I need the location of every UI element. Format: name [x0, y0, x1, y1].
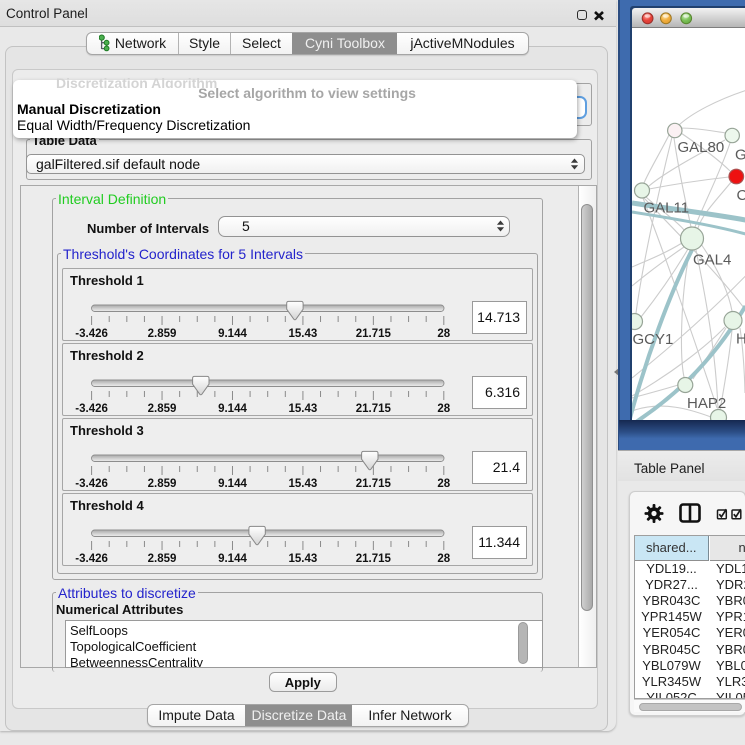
- svg-text:28: 28: [437, 478, 450, 490]
- svg-text:HA: HA: [736, 330, 745, 347]
- svg-text:9.144: 9.144: [218, 403, 247, 415]
- svg-text:21.715: 21.715: [356, 403, 392, 415]
- svg-text:-3.426: -3.426: [75, 403, 108, 415]
- svg-text:15.43: 15.43: [289, 403, 318, 415]
- svg-text:-3.426: -3.426: [75, 328, 108, 340]
- svg-text:15.43: 15.43: [289, 553, 318, 565]
- svg-text:GAL11: GAL11: [644, 199, 690, 216]
- svg-text:GA: GA: [735, 146, 745, 163]
- svg-text:28: 28: [437, 328, 450, 340]
- svg-text:9.144: 9.144: [218, 553, 247, 565]
- svg-text:28: 28: [437, 553, 450, 565]
- svg-text:-3.426: -3.426: [75, 478, 108, 490]
- svg-text:9.144: 9.144: [218, 478, 247, 490]
- svg-text:2.859: 2.859: [148, 403, 177, 415]
- svg-text:21.715: 21.715: [356, 478, 392, 490]
- svg-text:GCY1: GCY1: [633, 331, 674, 348]
- svg-text:15.43: 15.43: [289, 478, 318, 490]
- svg-text:15.43: 15.43: [289, 328, 318, 340]
- svg-text:2.859: 2.859: [148, 478, 177, 490]
- svg-text:2.859: 2.859: [148, 553, 177, 565]
- svg-text:2.859: 2.859: [148, 328, 177, 340]
- svg-text:CY: CY: [737, 187, 745, 204]
- svg-text:-3.426: -3.426: [75, 553, 108, 565]
- svg-text:9.144: 9.144: [218, 328, 247, 340]
- svg-text:HAP2: HAP2: [687, 395, 726, 412]
- svg-text:GAL80: GAL80: [678, 139, 725, 156]
- svg-text:28: 28: [437, 403, 450, 415]
- svg-text:GAL4: GAL4: [693, 251, 731, 268]
- svg-text:21.715: 21.715: [356, 553, 392, 565]
- svg-text:21.715: 21.715: [356, 328, 392, 340]
